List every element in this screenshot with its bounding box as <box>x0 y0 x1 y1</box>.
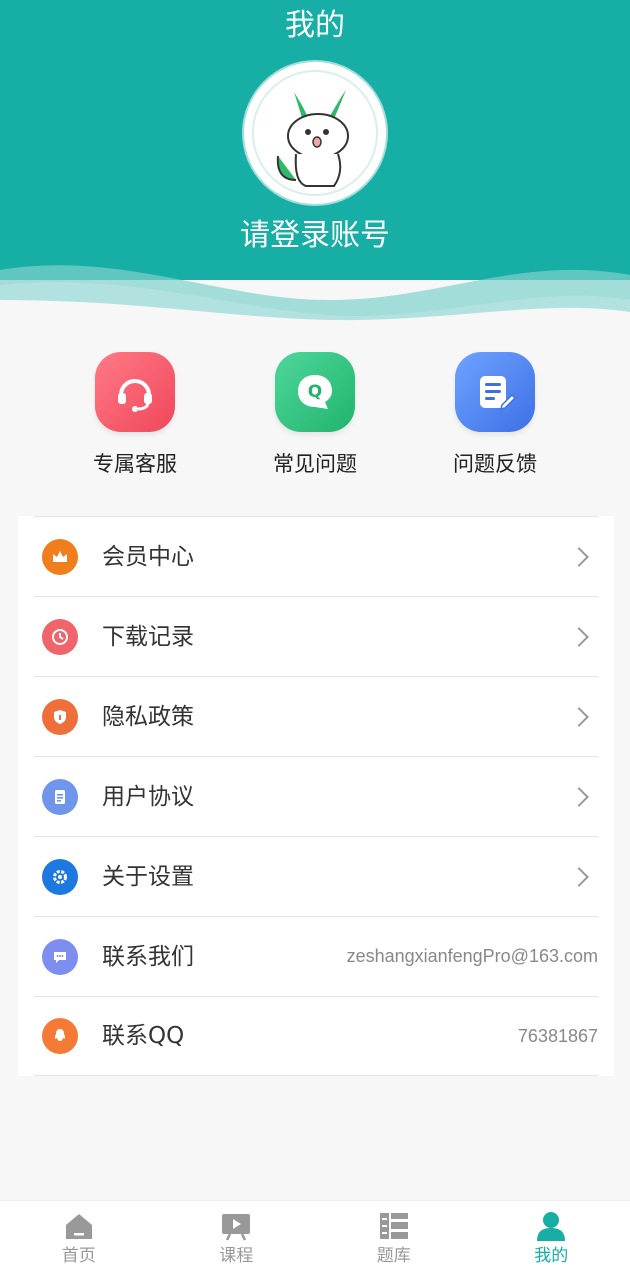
chevron-right-icon <box>569 706 589 727</box>
tab-label: 首页 <box>61 1246 96 1266</box>
login-prompt[interactable]: 请登录账号 <box>0 214 630 258</box>
q-bubble-icon: Q <box>275 352 355 432</box>
chat-icon <box>42 938 78 975</box>
tab-profile[interactable]: 我的 <box>473 1201 630 1280</box>
menu-item-downloads[interactable]: 下载记录 <box>34 596 598 676</box>
contact-email[interactable]: zeshangxianfengPro@163.com <box>347 946 598 967</box>
headset-icon <box>95 352 175 432</box>
menu-item-contact-qq[interactable]: 联系QQ 76381867 <box>34 996 598 1076</box>
clock-icon <box>42 618 78 655</box>
document-icon <box>42 778 78 815</box>
tab-label: 题库 <box>376 1246 411 1266</box>
menu-item-label: 联系QQ <box>102 1023 185 1049</box>
tab-home[interactable]: 首页 <box>0 1201 158 1280</box>
shield-icon <box>42 698 78 735</box>
quick-action-label: 专属客服 <box>93 452 177 476</box>
menu-item-label: 会员中心 <box>102 543 194 570</box>
user-icon <box>537 1212 566 1241</box>
quick-action-support[interactable]: 专属客服 <box>55 352 215 478</box>
quick-action-label: 问题反馈 <box>453 452 537 476</box>
rabbit-mascot-icon <box>252 70 378 196</box>
chevron-right-icon <box>569 866 589 887</box>
quick-action-feedback[interactable]: 问题反馈 <box>415 352 575 478</box>
menu-item-label: 用户协议 <box>102 783 194 810</box>
menu-item-label: 联系我们 <box>102 943 194 970</box>
chevron-right-icon <box>569 626 589 647</box>
menu-item-membership[interactable]: 会员中心 <box>34 516 598 596</box>
menu-item-label: 下载记录 <box>102 623 194 650</box>
svg-text:Q: Q <box>308 382 322 402</box>
tab-label: 课程 <box>219 1246 254 1266</box>
home-icon <box>65 1214 92 1239</box>
tab-question-bank[interactable]: 题库 <box>315 1201 473 1280</box>
avatar[interactable] <box>244 62 386 204</box>
page-title: 我的 <box>285 8 345 43</box>
crown-icon <box>42 538 78 575</box>
profile-header: 我的 请登录账号 <box>0 0 630 330</box>
qq-icon <box>42 1018 78 1054</box>
gear-icon <box>42 858 78 895</box>
settings-menu: 会员中心 下载记录 隐私政策 用户协议 关于设置 联系我们 zeshangxia… <box>18 516 614 1076</box>
tab-courses[interactable]: 课程 <box>158 1201 316 1280</box>
quick-action-faq[interactable]: Q 常见问题 <box>235 352 395 478</box>
edit-document-icon <box>455 352 535 432</box>
chevron-right-icon <box>569 786 589 807</box>
menu-item-settings[interactable]: 关于设置 <box>34 836 598 916</box>
menu-item-user-agreement[interactable]: 用户协议 <box>34 756 598 836</box>
menu-item-privacy[interactable]: 隐私政策 <box>34 676 598 756</box>
quick-actions: 专属客服 Q 常见问题 问题反馈 <box>0 352 630 482</box>
quick-action-label: 常见问题 <box>273 452 357 476</box>
play-board-icon <box>222 1214 251 1241</box>
menu-item-contact-us[interactable]: 联系我们 zeshangxianfengPro@163.com <box>34 916 598 996</box>
contact-qq-number[interactable]: 76381867 <box>518 1026 598 1047</box>
menu-item-label: 关于设置 <box>102 863 194 890</box>
menu-item-label: 隐私政策 <box>102 703 194 730</box>
chevron-right-icon <box>569 546 589 567</box>
question-bank-icon <box>379 1213 408 1239</box>
tab-label: 我的 <box>534 1246 569 1266</box>
bottom-tab-bar: 首页 课程 题库 我的 <box>0 1200 630 1280</box>
